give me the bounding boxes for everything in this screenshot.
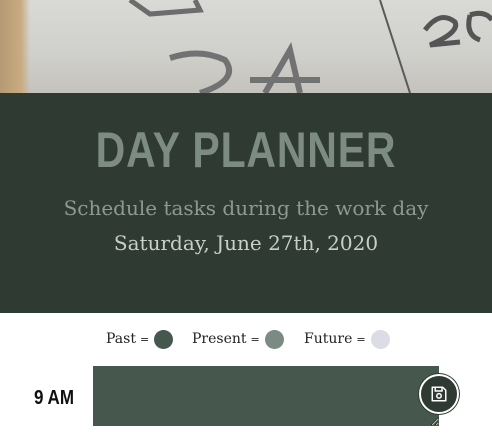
save-icon (431, 386, 447, 402)
page-title: DAY PLANNER (95, 122, 397, 178)
time-legend: Past = Present = Future = (0, 328, 492, 350)
page-header: DAY PLANNER Schedule tasks during the wo… (0, 93, 492, 313)
task-textarea[interactable] (93, 366, 439, 426)
legend-item-past: Past = (106, 328, 174, 350)
future-swatch (370, 329, 390, 349)
current-day: Saturday, June 27th, 2020 (113, 231, 379, 255)
calendar-page-graphic (128, 0, 492, 93)
page-lead: Schedule tasks during the work day (63, 196, 429, 220)
present-swatch (264, 329, 284, 349)
save-button[interactable] (419, 374, 459, 414)
legend-item-present: Present = (192, 328, 284, 350)
hero-calendar-photo (0, 0, 492, 93)
hour-label: 9 AM (34, 387, 74, 409)
legend-item-future: Future = (304, 328, 390, 350)
legend-label: Past (106, 331, 136, 347)
legend-label: Future (304, 331, 353, 347)
legend-equals: = (356, 332, 366, 346)
past-swatch (154, 329, 174, 349)
legend-equals: = (139, 332, 150, 346)
legend-equals: = (250, 332, 260, 346)
time-block-row: 9 AM (0, 366, 492, 426)
legend-label: Present (192, 331, 247, 347)
